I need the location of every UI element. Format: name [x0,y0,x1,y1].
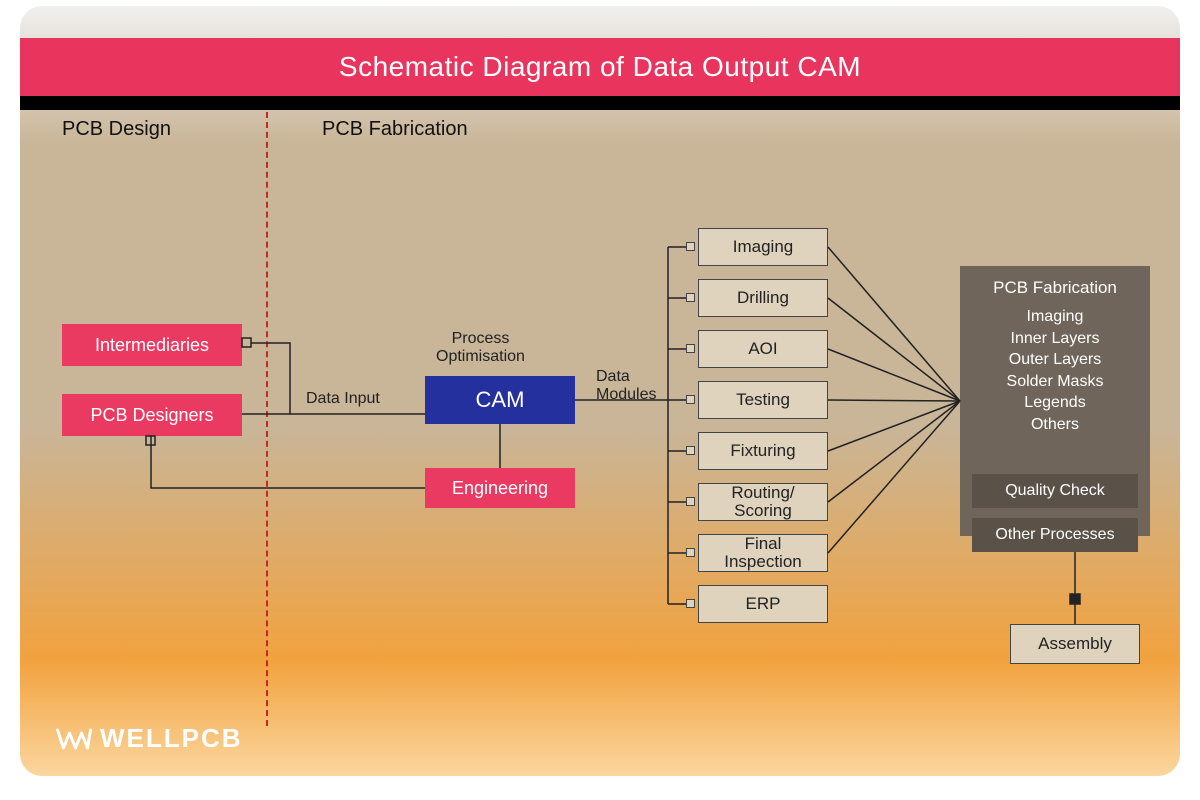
node-assembly: Assembly [1010,624,1140,664]
module-erp: ERP [698,585,828,623]
connector-tab [686,446,695,455]
node-cam: CAM [425,376,575,424]
connector-tab [686,344,695,353]
section-fabrication-label: PCB Fabrication [322,118,468,141]
connector-tab [686,395,695,404]
module-testing: Testing [698,381,828,419]
panel-line: Inner Layers [1011,328,1100,350]
panel-other-processes: Other Processes [972,518,1138,552]
section-design-label: PCB Design [62,118,171,141]
title-band: Schematic Diagram of Data Output CAM [20,38,1180,96]
brand-logo: WELLPCB [56,723,243,754]
brand-mark-icon [56,725,92,753]
node-engineering: Engineering [425,468,575,508]
panel-line: Imaging [1027,306,1084,328]
connector-tab [686,293,695,302]
module-fixturing: Fixturing [698,432,828,470]
panel-header: PCB Fabrication [993,278,1117,298]
panel-quality-check: Quality Check [972,474,1138,508]
panel-line: Others [1031,414,1079,436]
panel-line: Outer Layers [1009,349,1101,371]
connector-tab [686,599,695,608]
panel-line: Solder Masks [1007,371,1104,393]
connector-tab [686,548,695,557]
module-drilling: Drilling [698,279,828,317]
module-imaging: Imaging [698,228,828,266]
connector-tab [686,497,695,506]
module-aoi: AOI [698,330,828,368]
panel-line: Legends [1024,392,1085,414]
node-pcb-designers: PCB Designers [62,394,242,436]
diagram-card: Schematic Diagram of Data Output CAM PCB… [20,6,1180,776]
brand-text: WELLPCB [100,723,243,754]
connector-tab [686,242,695,251]
module-final-inspection: Final Inspection [698,534,828,572]
module-routing: Routing/ Scoring [698,483,828,521]
label-data-modules: Data Modules [596,368,656,404]
node-intermediaries: Intermediaries [62,324,242,366]
label-data-input: Data Input [306,390,380,408]
title-underline [20,96,1180,110]
label-process-optimisation: Process Optimisation [436,330,525,366]
section-divider [266,112,268,726]
diagram-title: Schematic Diagram of Data Output CAM [339,51,861,83]
